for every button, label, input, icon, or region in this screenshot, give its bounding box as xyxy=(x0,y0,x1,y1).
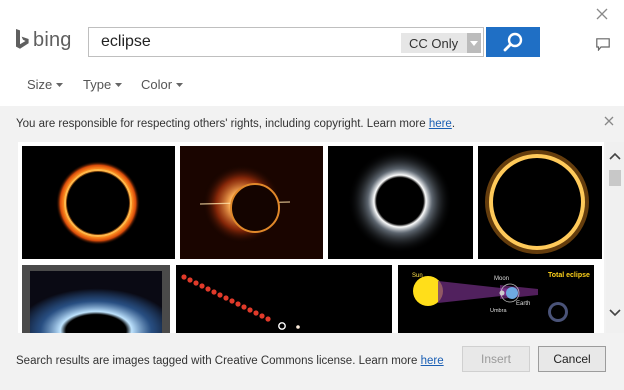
close-icon[interactable] xyxy=(594,6,610,22)
chevron-down-icon xyxy=(176,82,184,87)
feedback-icon[interactable] xyxy=(596,38,610,51)
search-input[interactable] xyxy=(89,28,401,56)
results-scrollbar[interactable] xyxy=(606,142,624,333)
diamond-ring-eclipse-image xyxy=(180,146,323,259)
scroll-up-icon[interactable] xyxy=(609,152,621,160)
chevron-down-icon xyxy=(56,82,64,87)
search-icon xyxy=(503,32,523,52)
size-filter[interactable]: Size xyxy=(27,77,64,92)
scroll-thumb[interactable] xyxy=(609,170,621,186)
license-filter-dropdown[interactable]: CC Only xyxy=(401,33,481,53)
chevron-down-icon xyxy=(115,82,123,87)
size-filter-label: Size xyxy=(27,77,53,92)
moon-label: Moon xyxy=(494,276,509,282)
search-button[interactable] xyxy=(486,27,540,57)
annular-eclipse-image xyxy=(478,146,602,259)
umbra-label: Umbra xyxy=(490,308,507,314)
insert-button[interactable]: Insert xyxy=(462,346,530,372)
image-result[interactable] xyxy=(22,146,175,259)
type-filter-label: Type xyxy=(83,77,112,92)
corona-eclipse-image xyxy=(328,146,473,259)
image-results-grid: Sun Moon Earth Umbra Total eclipse xyxy=(18,142,604,333)
image-result[interactable]: Sun Moon Earth Umbra Total eclipse xyxy=(398,265,594,333)
image-result[interactable] xyxy=(328,146,473,259)
blue-corona-image xyxy=(22,265,170,333)
notice-suffix: . xyxy=(451,118,456,130)
search-box: CC Only xyxy=(88,27,484,57)
color-filter[interactable]: Color xyxy=(141,77,184,92)
eclipse-ring-image xyxy=(22,146,175,259)
bing-wordmark: bing xyxy=(33,28,72,51)
cc-license-note: Search results are images tagged with Cr… xyxy=(16,355,444,367)
copyright-notice-text: You are responsible for respecting other… xyxy=(16,118,429,130)
copyright-notice: You are responsible for respecting other… xyxy=(16,118,455,130)
license-filter-label: CC Only xyxy=(409,35,459,51)
cancel-button[interactable]: Cancel xyxy=(538,346,606,372)
chevron-down-icon[interactable] xyxy=(467,33,481,53)
eclipse-diagram-image: Sun Moon Earth Umbra Total eclipse xyxy=(398,265,594,333)
image-result[interactable] xyxy=(478,146,602,259)
diagram-title: Total eclipse xyxy=(548,272,590,279)
earth-label: Earth xyxy=(516,301,530,307)
image-result[interactable] xyxy=(22,265,170,333)
image-result[interactable] xyxy=(180,146,323,259)
footer-learn-more-link[interactable]: here xyxy=(421,355,444,367)
image-result[interactable] xyxy=(176,265,392,333)
color-filter-label: Color xyxy=(141,77,173,92)
type-filter[interactable]: Type xyxy=(83,77,123,92)
close-icon[interactable] xyxy=(602,114,616,128)
eclipse-sequence-image xyxy=(176,265,392,333)
scroll-down-icon[interactable] xyxy=(609,309,621,317)
cc-license-text: Search results are images tagged with Cr… xyxy=(16,355,421,367)
notice-learn-more-link[interactable]: here xyxy=(429,118,452,130)
bing-b-icon xyxy=(16,29,29,49)
bing-logo: bing xyxy=(15,26,72,54)
sun-label: Sun xyxy=(412,273,423,279)
